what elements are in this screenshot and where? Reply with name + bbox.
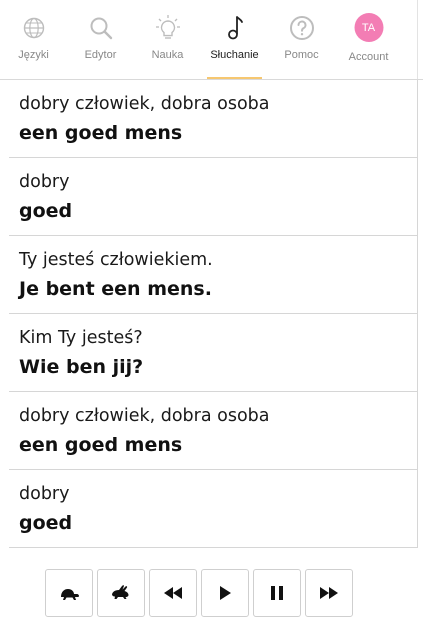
fast-forward-icon <box>320 587 338 599</box>
pause-button[interactable] <box>253 569 301 617</box>
nav-item-label: Słuchanie <box>210 49 259 61</box>
turtle-icon <box>61 589 79 600</box>
fast-forward-button[interactable] <box>305 569 353 617</box>
fast-rabbit-button[interactable] <box>97 569 145 617</box>
help-icon <box>289 16 314 40</box>
target-phrase: een goed mens <box>19 122 183 144</box>
play-icon <box>220 586 231 600</box>
nav-item-label: Nauka <box>151 49 184 61</box>
phrase-row[interactable]: dobry człowiek, dobra osoba een goed men… <box>9 392 418 470</box>
divider <box>417 0 418 80</box>
nav-item-languages[interactable]: Języki <box>0 0 67 80</box>
nav-item-label: Pomoc <box>284 49 319 61</box>
source-phrase: dobry <box>19 172 70 192</box>
search-icon <box>90 17 112 40</box>
nav-item-listening[interactable]: Słuchanie <box>201 0 268 80</box>
phrase-row[interactable]: dobry goed <box>9 158 418 236</box>
target-phrase: Wie ben jij? <box>19 356 144 378</box>
rabbit-icon <box>112 585 129 599</box>
target-phrase: een goed mens <box>19 434 183 456</box>
source-phrase: Kim Ty jesteś? <box>19 328 143 348</box>
pause-icon <box>271 586 283 600</box>
nav-item-label: Języki <box>18 49 49 61</box>
avatar: TA <box>354 13 383 42</box>
target-phrase: goed <box>19 512 73 534</box>
lightbulb-icon <box>155 15 180 39</box>
source-phrase: dobry człowiek, dobra osoba <box>19 94 270 114</box>
nav-item-label: Edytor <box>84 49 117 61</box>
phrase-row[interactable]: Ty jesteś człowiekiem. Je bent een mens. <box>9 236 418 314</box>
rewind-icon <box>164 587 182 599</box>
nav-item-label: Account <box>348 51 389 63</box>
nav-item-account[interactable]: TA Account <box>335 0 402 80</box>
source-phrase: dobry człowiek, dobra osoba <box>19 406 270 426</box>
nav-item-learning[interactable]: Nauka <box>134 0 201 80</box>
nav-item-editor[interactable]: Edytor <box>67 0 134 80</box>
player-controls <box>45 569 353 617</box>
globe-icon <box>23 17 44 39</box>
nav-item-help[interactable]: Pomoc <box>268 0 335 80</box>
target-phrase: Je bent een mens. <box>19 278 212 300</box>
phrase-row[interactable]: dobry goed <box>9 470 418 548</box>
play-button[interactable] <box>201 569 249 617</box>
target-phrase: goed <box>19 200 73 222</box>
source-phrase: dobry <box>19 484 70 504</box>
phrase-row[interactable]: dobry człowiek, dobra osoba een goed men… <box>9 80 418 158</box>
rewind-button[interactable] <box>149 569 197 617</box>
phrase-row[interactable]: Kim Ty jesteś? Wie ben jij? <box>9 314 418 392</box>
top-navigation: Języki Edytor Nauka Słuchanie Pomoc TA A… <box>0 0 423 80</box>
music-note-icon <box>227 16 243 40</box>
phrase-list: dobry człowiek, dobra osoba een goed men… <box>0 80 423 548</box>
slow-turtle-button[interactable] <box>45 569 93 617</box>
source-phrase: Ty jesteś człowiekiem. <box>19 250 213 270</box>
